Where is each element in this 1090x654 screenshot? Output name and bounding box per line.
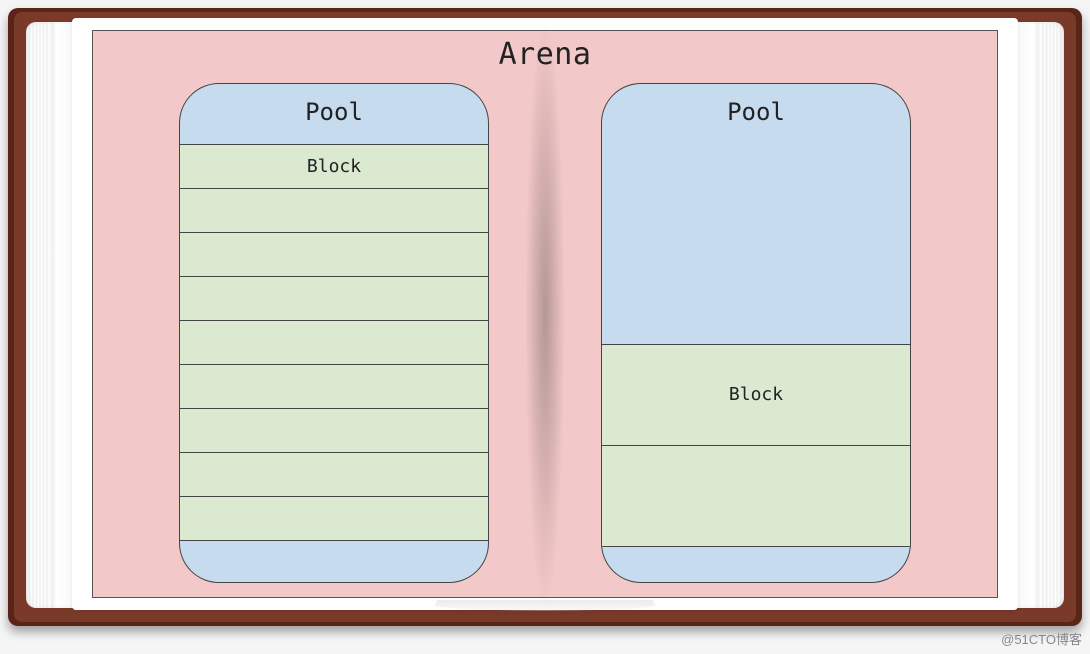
pool-left: Pool Block: [179, 83, 489, 583]
block: [602, 445, 910, 547]
block: [180, 232, 488, 277]
block: [180, 276, 488, 321]
book-frame: Arena Pool Block: [8, 8, 1082, 626]
pool-right-title: Pool: [602, 84, 910, 138]
block: [180, 320, 488, 365]
arena-box: Arena Pool Block: [92, 30, 998, 598]
page-curl: [432, 600, 657, 611]
block: [180, 408, 488, 453]
arena-title: Arena: [93, 31, 997, 76]
pool-left-block-stack: Block: [180, 144, 488, 546]
block: Block: [602, 344, 910, 446]
block: [180, 364, 488, 409]
block: Block: [180, 144, 488, 189]
page-surface: Arena Pool Block: [72, 18, 1018, 610]
watermark-text: @51CTO博客: [1001, 629, 1082, 648]
pools-row: Pool Block: [93, 83, 997, 597]
pool-right: Pool Block: [601, 83, 911, 583]
pool-right-block-stack: Block: [602, 344, 910, 546]
block: [180, 452, 488, 497]
pool-left-title: Pool: [180, 84, 488, 138]
book-cover: Arena Pool Block: [14, 12, 1076, 622]
block: [180, 188, 488, 233]
block: [180, 496, 488, 541]
